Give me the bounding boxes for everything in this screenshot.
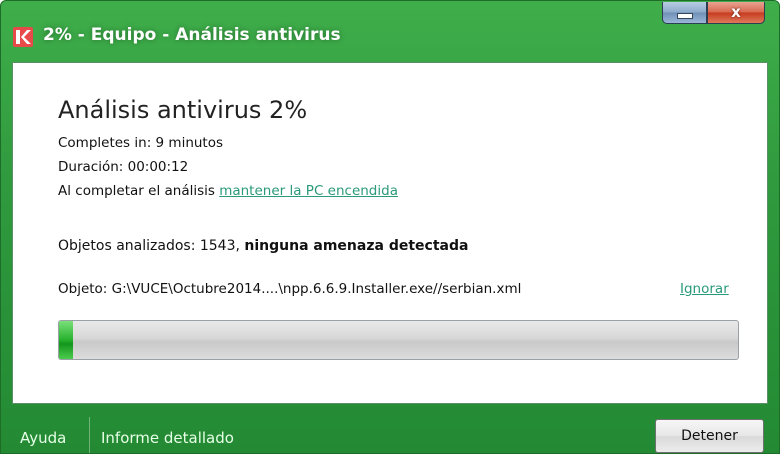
title-bar[interactable]: 2% - Equipo - Análisis antivirus x	[1, 1, 779, 61]
scan-progress-bar	[58, 320, 739, 360]
stop-button[interactable]: Detener	[655, 419, 764, 453]
keep-pc-on-link[interactable]: mantener la PC encendida	[219, 183, 398, 199]
close-button[interactable]: x	[707, 2, 765, 24]
current-object-path: Objeto: G:\VUCE\Octubre2014....\npp.6.6.…	[58, 281, 522, 297]
threat-status: ninguna amenaza detectada	[244, 238, 469, 254]
on-complete-label: Al completar el análisis	[58, 183, 220, 199]
objects-scanned-line: Objetos analizados: 1543, ninguna amenaz…	[58, 238, 468, 254]
antivirus-scan-window: 2% - Equipo - Análisis antivirus x Análi…	[0, 0, 780, 454]
footer-bar: Ayuda Informe detallado Detener	[1, 409, 779, 453]
scan-progress-fill	[59, 321, 73, 359]
footer-separator	[89, 417, 90, 453]
close-icon: x	[731, 3, 741, 21]
duration-text: Duración: 00:00:12	[58, 159, 189, 175]
on-complete-line: Al completar el análisis mantener la PC …	[58, 183, 398, 199]
help-link[interactable]: Ayuda	[20, 429, 66, 447]
minimize-button[interactable]	[662, 2, 707, 24]
kaspersky-k-icon	[13, 27, 33, 47]
ignore-link[interactable]: Ignorar	[680, 281, 729, 297]
scan-panel: Análisis antivirus 2% Completes in: 9 mi…	[12, 62, 768, 404]
minimize-icon	[676, 12, 693, 19]
detailed-report-link[interactable]: Informe detallado	[101, 429, 234, 447]
window-title: 2% - Equipo - Análisis antivirus	[43, 25, 341, 45]
scan-title: Análisis antivirus 2%	[58, 96, 308, 124]
objects-scanned-count: Objetos analizados: 1543,	[58, 238, 245, 254]
completes-in-text: Completes in: 9 minutos	[58, 135, 224, 151]
